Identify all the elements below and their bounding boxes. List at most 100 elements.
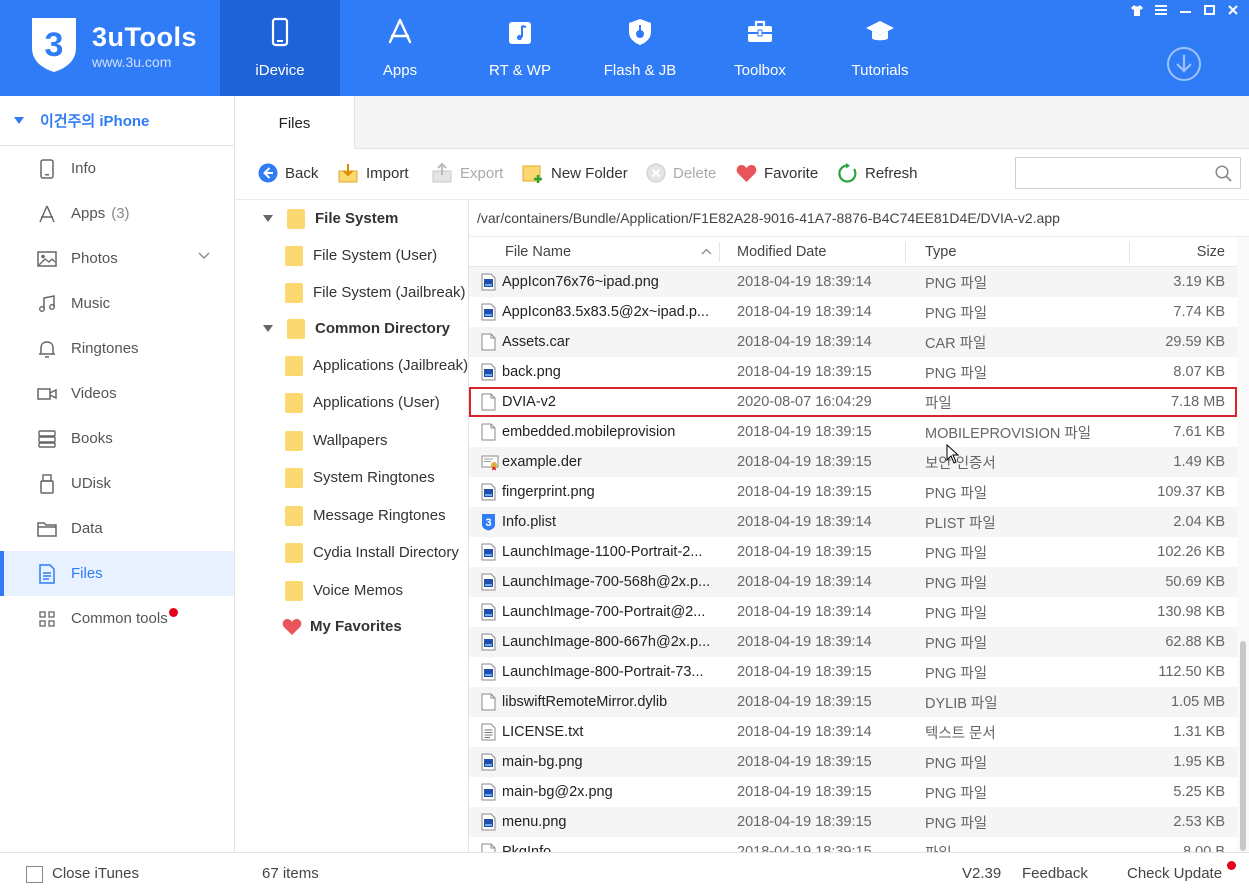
tree-folder[interactable]: Wallpapers bbox=[285, 422, 387, 459]
tree-file-system[interactable]: File System bbox=[263, 200, 398, 237]
table-row[interactable]: back.png 2018-04-19 18:39:15 PNG 파일 8.07 KB bbox=[469, 357, 1237, 387]
close-itunes-checkbox[interactable] bbox=[26, 866, 43, 883]
app-url: www.3u.com bbox=[92, 54, 172, 70]
tab-files[interactable]: Files bbox=[235, 96, 355, 150]
close-window-button[interactable] bbox=[1223, 2, 1243, 18]
table-row[interactable]: example.der 2018-04-19 18:39:15 보안 인증서 1.49… bbox=[469, 447, 1237, 477]
check-update-link[interactable]: Check Update bbox=[1127, 861, 1237, 882]
device-selector[interactable]: 이건주의 iPhone bbox=[0, 96, 234, 146]
search-icon[interactable] bbox=[1215, 165, 1232, 182]
new-folder-button[interactable]: New Folder bbox=[522, 161, 628, 185]
menu-button[interactable] bbox=[1151, 2, 1171, 18]
tree-label: Applications (User) bbox=[313, 394, 440, 411]
back-label: Back bbox=[285, 164, 319, 182]
table-row[interactable]: LICENSE.txt 2018-04-19 18:39:14 텍스트 문서 1.31… bbox=[469, 717, 1237, 747]
table-row[interactable]: LaunchImage-700-Portrait@2... 2018-04-19 … bbox=[469, 597, 1237, 627]
udisk-icon bbox=[36, 473, 58, 495]
sidebar-item-photos[interactable]: Photos bbox=[0, 236, 234, 281]
export-button[interactable]: Export bbox=[431, 161, 503, 185]
table-row[interactable]: main-bg@2x.png 2018-04-19 18:39:15 PNG 파일 5… bbox=[469, 777, 1237, 807]
nav-toolbox[interactable]: Toolbox bbox=[700, 0, 820, 96]
tree-common-directory[interactable]: Common Directory bbox=[263, 310, 450, 347]
tree-fs-user[interactable]: File System (User) bbox=[285, 237, 437, 274]
caret-down-icon[interactable] bbox=[263, 325, 273, 332]
table-row[interactable]: 3 Info.plist 2018-04-19 18:39:14 PLIST 파일 2.… bbox=[469, 507, 1237, 537]
sidebar-item-apps[interactable]: Apps (3) bbox=[0, 191, 234, 236]
chevron-down-icon[interactable] bbox=[198, 252, 210, 260]
nav-idevice[interactable]: iDevice bbox=[220, 0, 340, 96]
file-name-cell: DVIA-v2 bbox=[481, 387, 721, 417]
scrollbar-thumb[interactable] bbox=[1240, 641, 1246, 851]
file-type: 텍스트 문서 bbox=[925, 725, 996, 742]
table-row[interactable]: libswiftRemoteMirror.dylib 2018-04-19 18:… bbox=[469, 687, 1237, 717]
file-name-cell: PkgInfo bbox=[481, 837, 721, 852]
tree-fs-jailbreak[interactable]: File System (Jailbreak) bbox=[285, 274, 466, 311]
minimize-button[interactable] bbox=[1175, 2, 1195, 18]
maximize-button[interactable] bbox=[1199, 2, 1219, 18]
tree-folder[interactable]: Applications (User) bbox=[285, 384, 440, 421]
vertical-scrollbar[interactable] bbox=[1237, 237, 1249, 852]
table-row[interactable]: embedded.mobileprovision 2018-04-19 18:39… bbox=[469, 417, 1237, 447]
column-header-name[interactable]: File Name bbox=[505, 237, 571, 267]
delete-button[interactable]: Delete bbox=[646, 161, 716, 185]
file-date: 2018-04-19 18:39:15 bbox=[737, 544, 872, 560]
sidebar-item-videos[interactable]: Videos bbox=[0, 371, 234, 416]
file-name: DVIA-v2 bbox=[502, 394, 556, 410]
tree-label: File System (Jailbreak) bbox=[313, 284, 466, 301]
sidebar-item-label: Videos bbox=[71, 385, 117, 402]
table-row[interactable]: menu.png 2018-04-19 18:39:15 PNG 파일 2.53 KB bbox=[469, 807, 1237, 837]
nav-tutorials[interactable]: Tutorials bbox=[820, 0, 940, 96]
sidebar-item-data[interactable]: Data bbox=[0, 506, 234, 551]
tree-folder[interactable]: Applications (Jailbreak) bbox=[285, 347, 468, 384]
file-date: 2018-04-19 18:39:14 bbox=[737, 604, 872, 620]
skin-button[interactable] bbox=[1127, 2, 1147, 18]
refresh-button[interactable]: Refresh bbox=[837, 161, 918, 185]
file-size: 29.59 KB bbox=[1165, 334, 1225, 350]
table-row[interactable]: main-bg.png 2018-04-19 18:39:15 PNG 파일 1.95… bbox=[469, 747, 1237, 777]
tree-folder[interactable]: System Ringtones bbox=[285, 459, 435, 496]
back-button[interactable]: Back bbox=[258, 161, 318, 185]
table-row[interactable]: AppIcon76x76~ipad.png 2018-04-19 18:39:14… bbox=[469, 267, 1237, 297]
file-date: 2018-04-19 18:39:14 bbox=[737, 574, 872, 590]
column-header-size[interactable]: Size bbox=[1197, 237, 1225, 267]
tree-my-favorites[interactable]: My Favorites bbox=[282, 608, 402, 645]
tree-folder[interactable]: Message Ringtones bbox=[285, 497, 446, 534]
sort-ascending-icon[interactable] bbox=[701, 248, 712, 255]
table-row[interactable]: LaunchImage-700-568h@2x.p... 2018-04-19 1… bbox=[469, 567, 1237, 597]
file-size: 109.37 KB bbox=[1157, 484, 1225, 500]
sidebar-item-info[interactable]: Info bbox=[0, 146, 234, 191]
table-row[interactable]: Assets.car 2018-04-19 18:39:14 CAR 파일 29.59… bbox=[469, 327, 1237, 357]
sidebar-item-files[interactable]: Files bbox=[0, 551, 234, 596]
nav-flash-jb[interactable]: Flash & JB bbox=[580, 0, 700, 96]
nav-rt-wp[interactable]: RT & WP bbox=[460, 0, 580, 96]
table-row-selected[interactable]: DVIA-v2 2020-08-07 16:04:29 파일 7.18 MB bbox=[469, 387, 1237, 417]
folder-icon bbox=[285, 580, 303, 601]
table-row[interactable]: AppIcon83.5x83.5@2x~ipad.p... 2018-04-19 … bbox=[469, 297, 1237, 327]
app-logo: 3 3uTools www.3u.com bbox=[28, 14, 218, 84]
sidebar-item-common-tools[interactable]: Common tools bbox=[0, 596, 234, 641]
column-header-type[interactable]: Type bbox=[925, 237, 956, 267]
file-name: LICENSE.txt bbox=[502, 724, 584, 740]
tree-folder[interactable]: Cydia Install Directory bbox=[285, 534, 459, 571]
download-icon[interactable] bbox=[1166, 46, 1202, 82]
table-row[interactable]: LaunchImage-800-Portrait-73... 2018-04-19… bbox=[469, 657, 1237, 687]
version-label: V2.39 bbox=[962, 865, 1002, 882]
table-row[interactable]: PkgInfo 2018-04-19 18:39:15 파일 8.00 B bbox=[469, 837, 1237, 852]
photos-icon bbox=[36, 248, 58, 270]
caret-down-icon[interactable] bbox=[263, 215, 273, 222]
table-row[interactable]: LaunchImage-1100-Portrait-2... 2018-04-19… bbox=[469, 537, 1237, 567]
sidebar-item-books[interactable]: Books bbox=[0, 416, 234, 461]
import-button[interactable]: Import bbox=[337, 161, 409, 185]
tree-folder[interactable]: Voice Memos bbox=[285, 572, 403, 609]
feedback-link[interactable]: Feedback bbox=[1022, 865, 1088, 882]
favorite-button[interactable]: Favorite bbox=[736, 161, 818, 185]
sidebar-item-music[interactable]: Music bbox=[0, 281, 234, 326]
table-row[interactable]: fingerprint.png 2018-04-19 18:39:15 PNG 파일… bbox=[469, 477, 1237, 507]
nav-apps[interactable]: Apps bbox=[340, 0, 460, 96]
sidebar-item-udisk[interactable]: UDisk bbox=[0, 461, 234, 506]
sidebar-item-ringtones[interactable]: Ringtones bbox=[0, 326, 234, 371]
search-input[interactable] bbox=[1022, 162, 1202, 184]
file-name-cell: LaunchImage-800-Portrait-73... bbox=[481, 657, 721, 687]
column-header-date[interactable]: Modified Date bbox=[737, 237, 826, 267]
table-row[interactable]: LaunchImage-800-667h@2x.p... 2018-04-19 1… bbox=[469, 627, 1237, 657]
